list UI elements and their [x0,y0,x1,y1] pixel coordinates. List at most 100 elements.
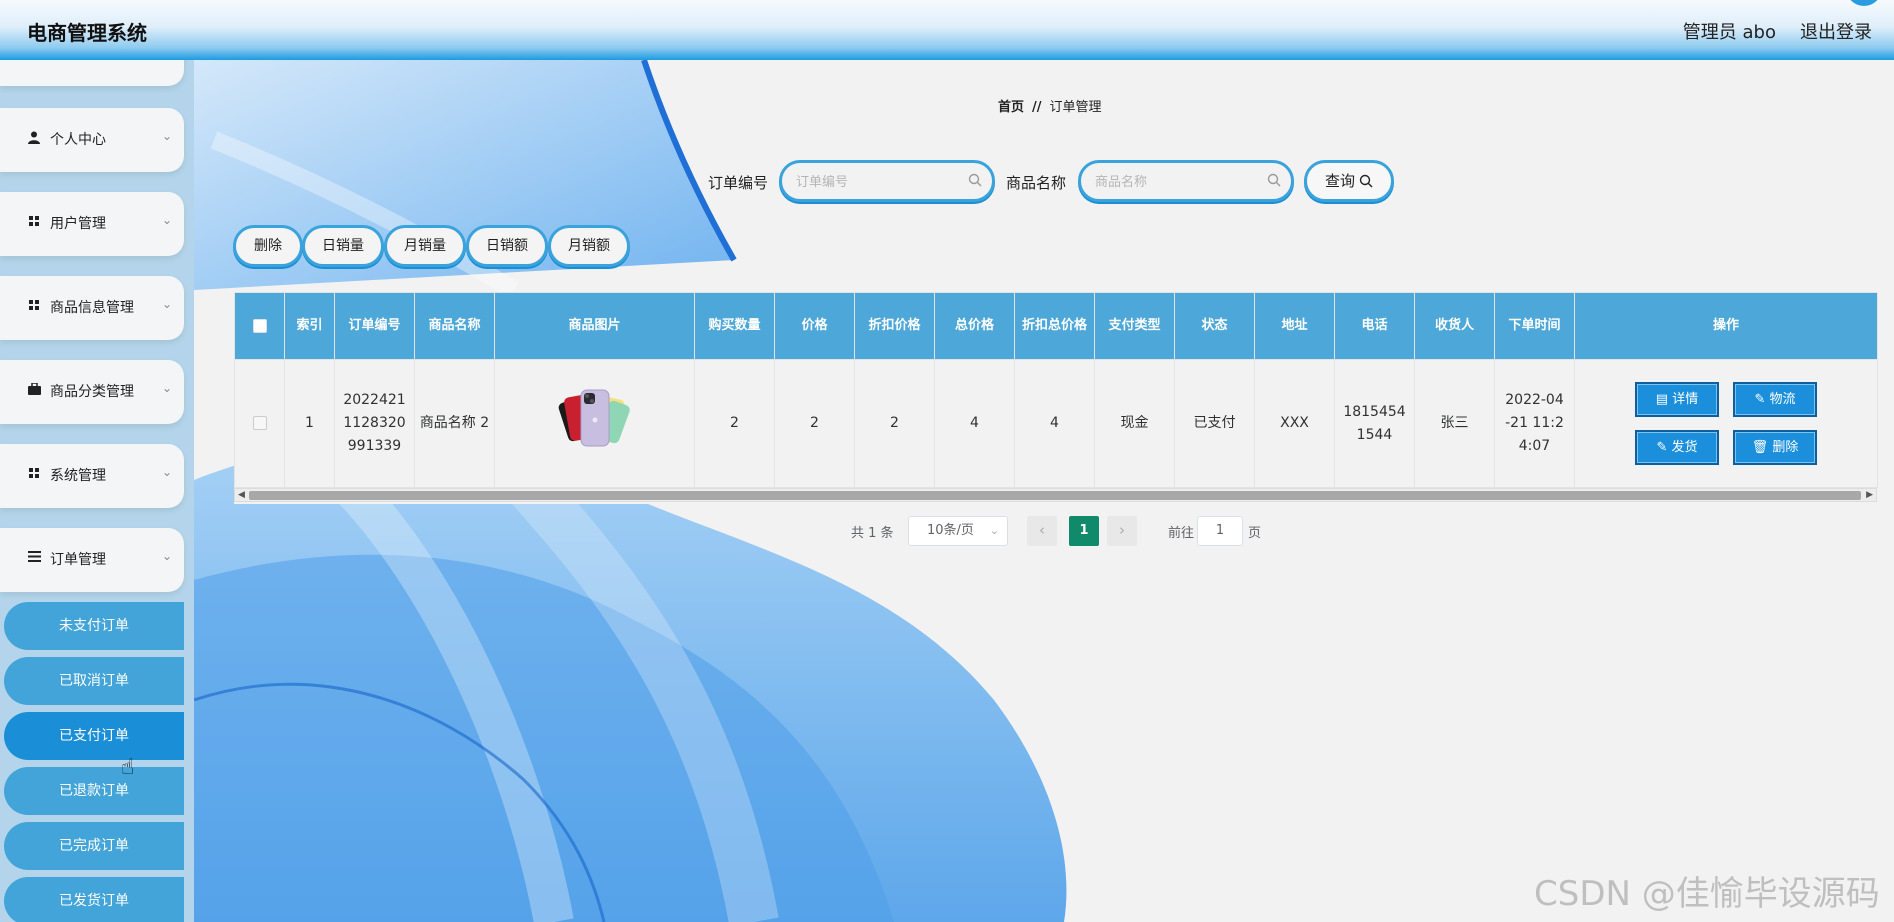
daily-sales-volume-button[interactable]: 日销量 [302,225,384,267]
column-header: 下单时间 [1494,292,1575,360]
sidebar-item-category[interactable]: 商品分类管理 ⌄ [0,360,184,424]
chevron-down-icon: ⌄ [161,129,172,143]
column-header: 商品名称 [414,292,495,360]
search-icon [968,173,982,187]
sidebar-sub-cancelled[interactable]: 已取消订单 [4,657,184,705]
page-suffix-label: 页 [1248,526,1262,541]
sidebar-sub-paid[interactable]: 已支付订单 [4,712,184,760]
grid-icon [27,467,41,481]
goto-label: 前往 [1168,526,1195,541]
status-cell: 已支付 [1174,359,1255,488]
next-page-button[interactable]: › [1107,516,1137,546]
monthly-sales-amount-button[interactable]: 月销额 [548,225,630,267]
quantity-cell: 2 [694,359,775,488]
query-button[interactable]: 查询 [1304,160,1394,202]
column-header: 购买数量 [694,292,775,360]
receiver-cell: 张三 [1414,359,1495,488]
product-name-input[interactable] [1095,171,1255,193]
order-no-input[interactable] [796,171,956,193]
row-checkbox[interactable] [252,416,267,430]
column-header: 总价格 [934,292,1015,360]
sidebar-sub-completed[interactable]: 已完成订单 [4,822,184,870]
goto-page-input[interactable]: 1 [1197,516,1243,546]
product-name-search-box[interactable] [1078,160,1294,202]
sidebar: 个人中心 ⌄ 用户管理 ⌄ 商品信息管理 ⌄ 商品分类管理 ⌄ 系统管理 ⌄ 订… [0,60,194,922]
table-horizontal-scrollbar[interactable]: ◀ ▶ [234,488,1877,502]
column-header: 操作 [1574,292,1878,360]
edit-icon: ✎ [1656,440,1668,455]
admin-username: 管理员 abo [1682,22,1776,43]
product-image [558,389,630,446]
ship-button[interactable]: ✎ 发货 [1635,430,1719,465]
pointer-cursor-icon: ☝ [121,755,135,780]
column-header: 地址 [1254,292,1335,360]
operations-cell: ▤ 详情 ✎ 物流 ✎ 发货 🗑 删除 [1574,359,1878,488]
page-size-value: 10条/页 [927,523,974,538]
sidebar-item-top[interactable] [0,60,184,86]
product-image-cell [494,359,695,488]
sidebar-item-profile[interactable]: 个人中心 ⌄ [0,108,184,172]
column-header: 索引 [284,292,335,360]
orders-table: 索引 订单编号 商品名称 商品图片 购买数量 价格 折扣价格 总价格 折扣总价格… [234,292,1878,504]
select-all-checkbox[interactable] [252,318,267,333]
column-header: 折扣价格 [854,292,935,360]
row-delete-button[interactable]: 🗑 删除 [1733,430,1817,465]
product-name-cell: 商品名称 2 [414,359,495,488]
sidebar-item-label: 商品信息管理 [50,300,134,316]
sidebar-item-label: 用户管理 [50,216,106,232]
column-header: 状态 [1174,292,1255,360]
order-no-search-box[interactable] [779,160,995,202]
monthly-sales-volume-button[interactable]: 月销量 [384,225,466,267]
chevron-down-icon: ⌄ [161,297,172,311]
table-row: 1 2022421 1128320 991339 商品名称 2 2 2 2 4 … [234,359,1878,488]
daily-sales-amount-button[interactable]: 日销额 [466,225,548,267]
list-icon [27,551,41,565]
sidebar-item-product-info[interactable]: 商品信息管理 ⌄ [0,276,184,340]
column-header: 折扣总价格 [1014,292,1095,360]
pay-type-cell: 现金 [1094,359,1175,488]
logistics-button[interactable]: ✎ 物流 [1733,382,1817,417]
avatar[interactable] [1846,0,1882,6]
pagination-total: 共 1 条 [851,526,894,541]
breadcrumb: 首页 // 订单管理 [998,96,1102,115]
column-header: 支付类型 [1094,292,1175,360]
sidebar-item-users[interactable]: 用户管理 ⌄ [0,192,184,256]
sidebar-sub-refunded[interactable]: 已退款订单 [4,767,184,815]
sidebar-item-orders[interactable]: 订单管理 ⌄ [0,528,184,592]
column-header: 电话 [1334,292,1415,360]
chevron-down-icon: ⌄ [161,549,172,563]
prev-page-button[interactable]: ‹ [1027,516,1057,546]
top-header: 电商管理系统 管理员 abo 退出登录 [0,0,1894,60]
breadcrumb-current: 订单管理 [1049,100,1102,115]
sidebar-item-system[interactable]: 系统管理 ⌄ [0,444,184,508]
sidebar-sub-shipped[interactable]: 已发货订单 [4,877,184,922]
order-no-cell: 2022421 1128320 991339 [334,359,415,488]
sidebar-item-label: 系统管理 [50,468,106,484]
ship-button-label: 发货 [1671,440,1698,455]
current-page-button[interactable]: 1 [1069,516,1099,546]
app-title: 电商管理系统 [27,21,147,45]
price-cell: 2 [774,359,855,488]
scrollbar-thumb[interactable] [249,491,1861,500]
scroll-left-icon[interactable]: ◀ [238,489,245,501]
column-header: 商品图片 [494,292,695,360]
grid-icon [27,215,41,229]
detail-button[interactable]: ▤ 详情 [1635,382,1719,417]
logistics-button-label: 物流 [1769,392,1796,407]
table-header-row: 索引 订单编号 商品名称 商品图片 购买数量 价格 折扣价格 总价格 折扣总价格… [234,292,1878,360]
chevron-down-icon: ⌄ [989,524,999,537]
chevron-down-icon: ⌄ [161,213,172,227]
delete-button[interactable]: 删除 [233,225,303,267]
search-icon [1267,173,1281,187]
select-all-header [234,292,285,360]
sidebar-item-label: 商品分类管理 [50,384,134,400]
scroll-right-icon[interactable]: ▶ [1866,489,1873,501]
breadcrumb-home[interactable]: 首页 [998,100,1024,115]
sidebar-sub-unpaid[interactable]: 未支付订单 [4,602,184,650]
query-button-label: 查询 [1324,172,1355,190]
column-header: 价格 [774,292,855,360]
logout-link[interactable]: 退出登录 [1800,18,1872,44]
page-size-select[interactable]: 10条/页 ⌄ [908,516,1008,546]
product-name-label: 商品名称 [1006,174,1067,192]
phone-cell: 1815454 1544 [1334,359,1415,488]
